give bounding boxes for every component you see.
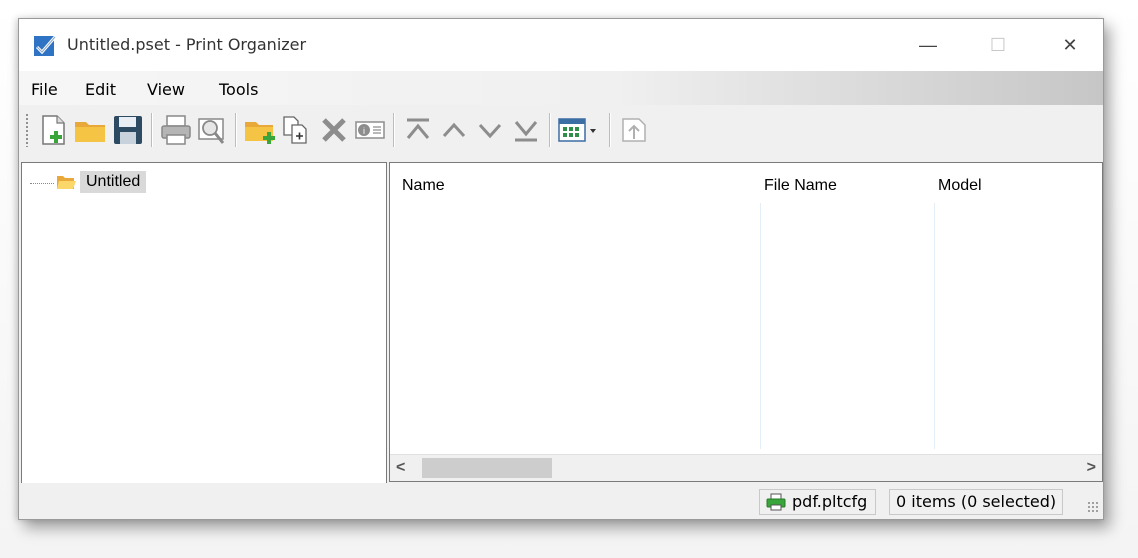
tree-connector — [30, 183, 54, 185]
move-down-icon[interactable] — [473, 113, 507, 147]
tree-item-untitled[interactable]: Untitled — [80, 171, 147, 193]
status-bar: pdf.pltcfg 0 items (0 selected) — [19, 483, 1103, 517]
set-tree-pane[interactable]: Untitled — [21, 162, 387, 484]
print-organizer-app-icon — [34, 36, 57, 56]
menu-edit[interactable]: Edit — [85, 80, 116, 99]
print-organizer-window: Untitled.pset - Print Organizer — ☐ ✕ Fi… — [18, 18, 1104, 520]
export-icon[interactable] — [617, 113, 651, 147]
toolbar-separator — [549, 113, 551, 147]
folder-icon — [57, 176, 76, 189]
close-button[interactable]: ✕ — [1047, 29, 1093, 61]
toolbar-separator — [393, 113, 395, 147]
menu-bar: File Edit View Tools — [19, 71, 1103, 105]
open-icon[interactable] — [73, 113, 107, 147]
toolbar-separator — [235, 113, 237, 147]
toolbar: i — [19, 105, 1103, 157]
scroll-right-button[interactable]: > — [1087, 459, 1096, 477]
print-icon[interactable] — [159, 113, 193, 147]
column-divider — [934, 203, 935, 449]
new-set-icon[interactable] — [37, 113, 71, 147]
status-item-count: 0 items (0 selected) — [889, 489, 1064, 515]
column-header-model[interactable]: Model — [938, 177, 982, 195]
add-files-icon[interactable] — [279, 113, 313, 147]
menu-file[interactable]: File — [31, 80, 58, 99]
column-header-name[interactable]: Name — [402, 177, 445, 195]
minimize-button[interactable]: — — [905, 29, 951, 61]
toolbar-grip[interactable] — [25, 113, 29, 147]
status-printer-config[interactable]: pdf.pltcfg — [759, 489, 877, 515]
scroll-thumb[interactable] — [422, 458, 552, 478]
column-divider — [760, 203, 761, 449]
properties-icon[interactable]: i — [353, 113, 387, 147]
sheet-list-pane[interactable]: Name File Name Model < > — [389, 162, 1103, 482]
move-top-icon[interactable] — [401, 113, 435, 147]
delete-icon[interactable] — [317, 113, 351, 147]
preview-icon[interactable] — [195, 113, 229, 147]
new-folder-icon[interactable] — [243, 113, 277, 147]
horizontal-scrollbar[interactable]: < > — [390, 454, 1102, 481]
save-icon[interactable] — [111, 113, 145, 147]
scroll-left-button[interactable]: < — [396, 459, 405, 477]
move-bottom-icon[interactable] — [509, 113, 543, 147]
menu-tools[interactable]: Tools — [219, 80, 258, 99]
svg-text:i: i — [363, 126, 365, 136]
resize-grip[interactable] — [1087, 501, 1099, 513]
window-title: Untitled.pset - Print Organizer — [67, 35, 307, 54]
printer-icon — [766, 493, 786, 511]
status-printer-label: pdf.pltcfg — [792, 492, 868, 511]
menu-view[interactable]: View — [147, 80, 185, 99]
toolbar-separator — [151, 113, 153, 147]
column-header-file-name[interactable]: File Name — [764, 177, 837, 195]
title-bar: Untitled.pset - Print Organizer — ☐ ✕ — [19, 19, 1103, 71]
toolbar-separator — [609, 113, 611, 147]
maximize-button[interactable]: ☐ — [975, 29, 1021, 61]
move-up-icon[interactable] — [437, 113, 471, 147]
display-options-icon[interactable] — [557, 113, 603, 147]
